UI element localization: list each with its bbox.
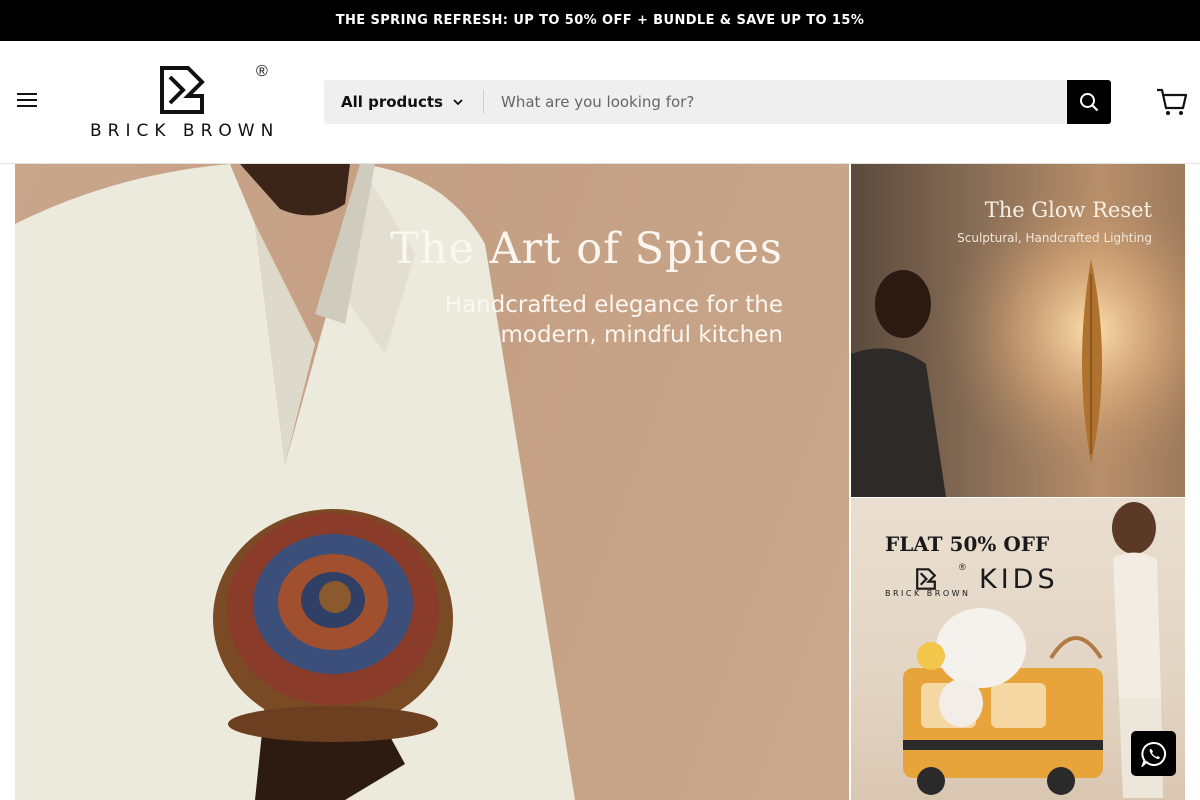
kids-logo-mark-icon — [916, 568, 937, 590]
site-header: ® BRICK BROWN All products — [0, 41, 1200, 164]
search-button[interactable] — [1067, 80, 1111, 124]
category-label: All products — [341, 93, 443, 111]
hero-subtitle: Handcrafted elegance for the modern, min… — [444, 292, 783, 348]
search-input[interactable] — [485, 80, 1067, 124]
search-divider — [483, 90, 484, 114]
kids-label: KIDS — [979, 564, 1059, 595]
logo-wordmark: BRICK BROWN — [90, 121, 280, 141]
registered-mark: ® — [256, 63, 268, 80]
category-select[interactable]: All products — [324, 80, 484, 124]
announcement-text: THE SPRING REFRESH: UP TO 50% OFF + BUND… — [335, 13, 865, 28]
hero-title: The Art of Spices — [390, 224, 783, 274]
announcement-bar[interactable]: THE SPRING REFRESH: UP TO 50% OFF + BUND… — [0, 0, 1200, 41]
search-bar: All products — [324, 80, 1111, 124]
hero-banner-spices[interactable]: The Art of Spices Handcrafted elegance f… — [15, 164, 849, 800]
whatsapp-button[interactable] — [1131, 731, 1176, 776]
kids-logo-registered: ® — [959, 562, 966, 572]
kids-promo-title: FLAT 50% OFF — [885, 532, 1050, 556]
kids-logo-wordmark: BRICK BROWN — [885, 589, 971, 598]
search-icon — [1080, 93, 1099, 112]
cart-button[interactable] — [1154, 85, 1190, 119]
logo-mark-icon — [160, 66, 205, 114]
lighting-title: The Glow Reset — [984, 198, 1152, 222]
whatsapp-icon — [1140, 741, 1166, 767]
hamburger-icon — [17, 93, 37, 107]
promo-tile-lighting[interactable]: The Glow Reset Sculptural, Handcrafted L… — [851, 164, 1185, 497]
cart-icon — [1157, 88, 1188, 115]
menu-button[interactable] — [12, 85, 42, 115]
lighting-subtitle: Sculptural, Handcrafted Lighting — [957, 231, 1152, 245]
chevron-down-icon — [453, 99, 463, 106]
brand-logo[interactable]: ® BRICK BROWN — [84, 61, 280, 145]
